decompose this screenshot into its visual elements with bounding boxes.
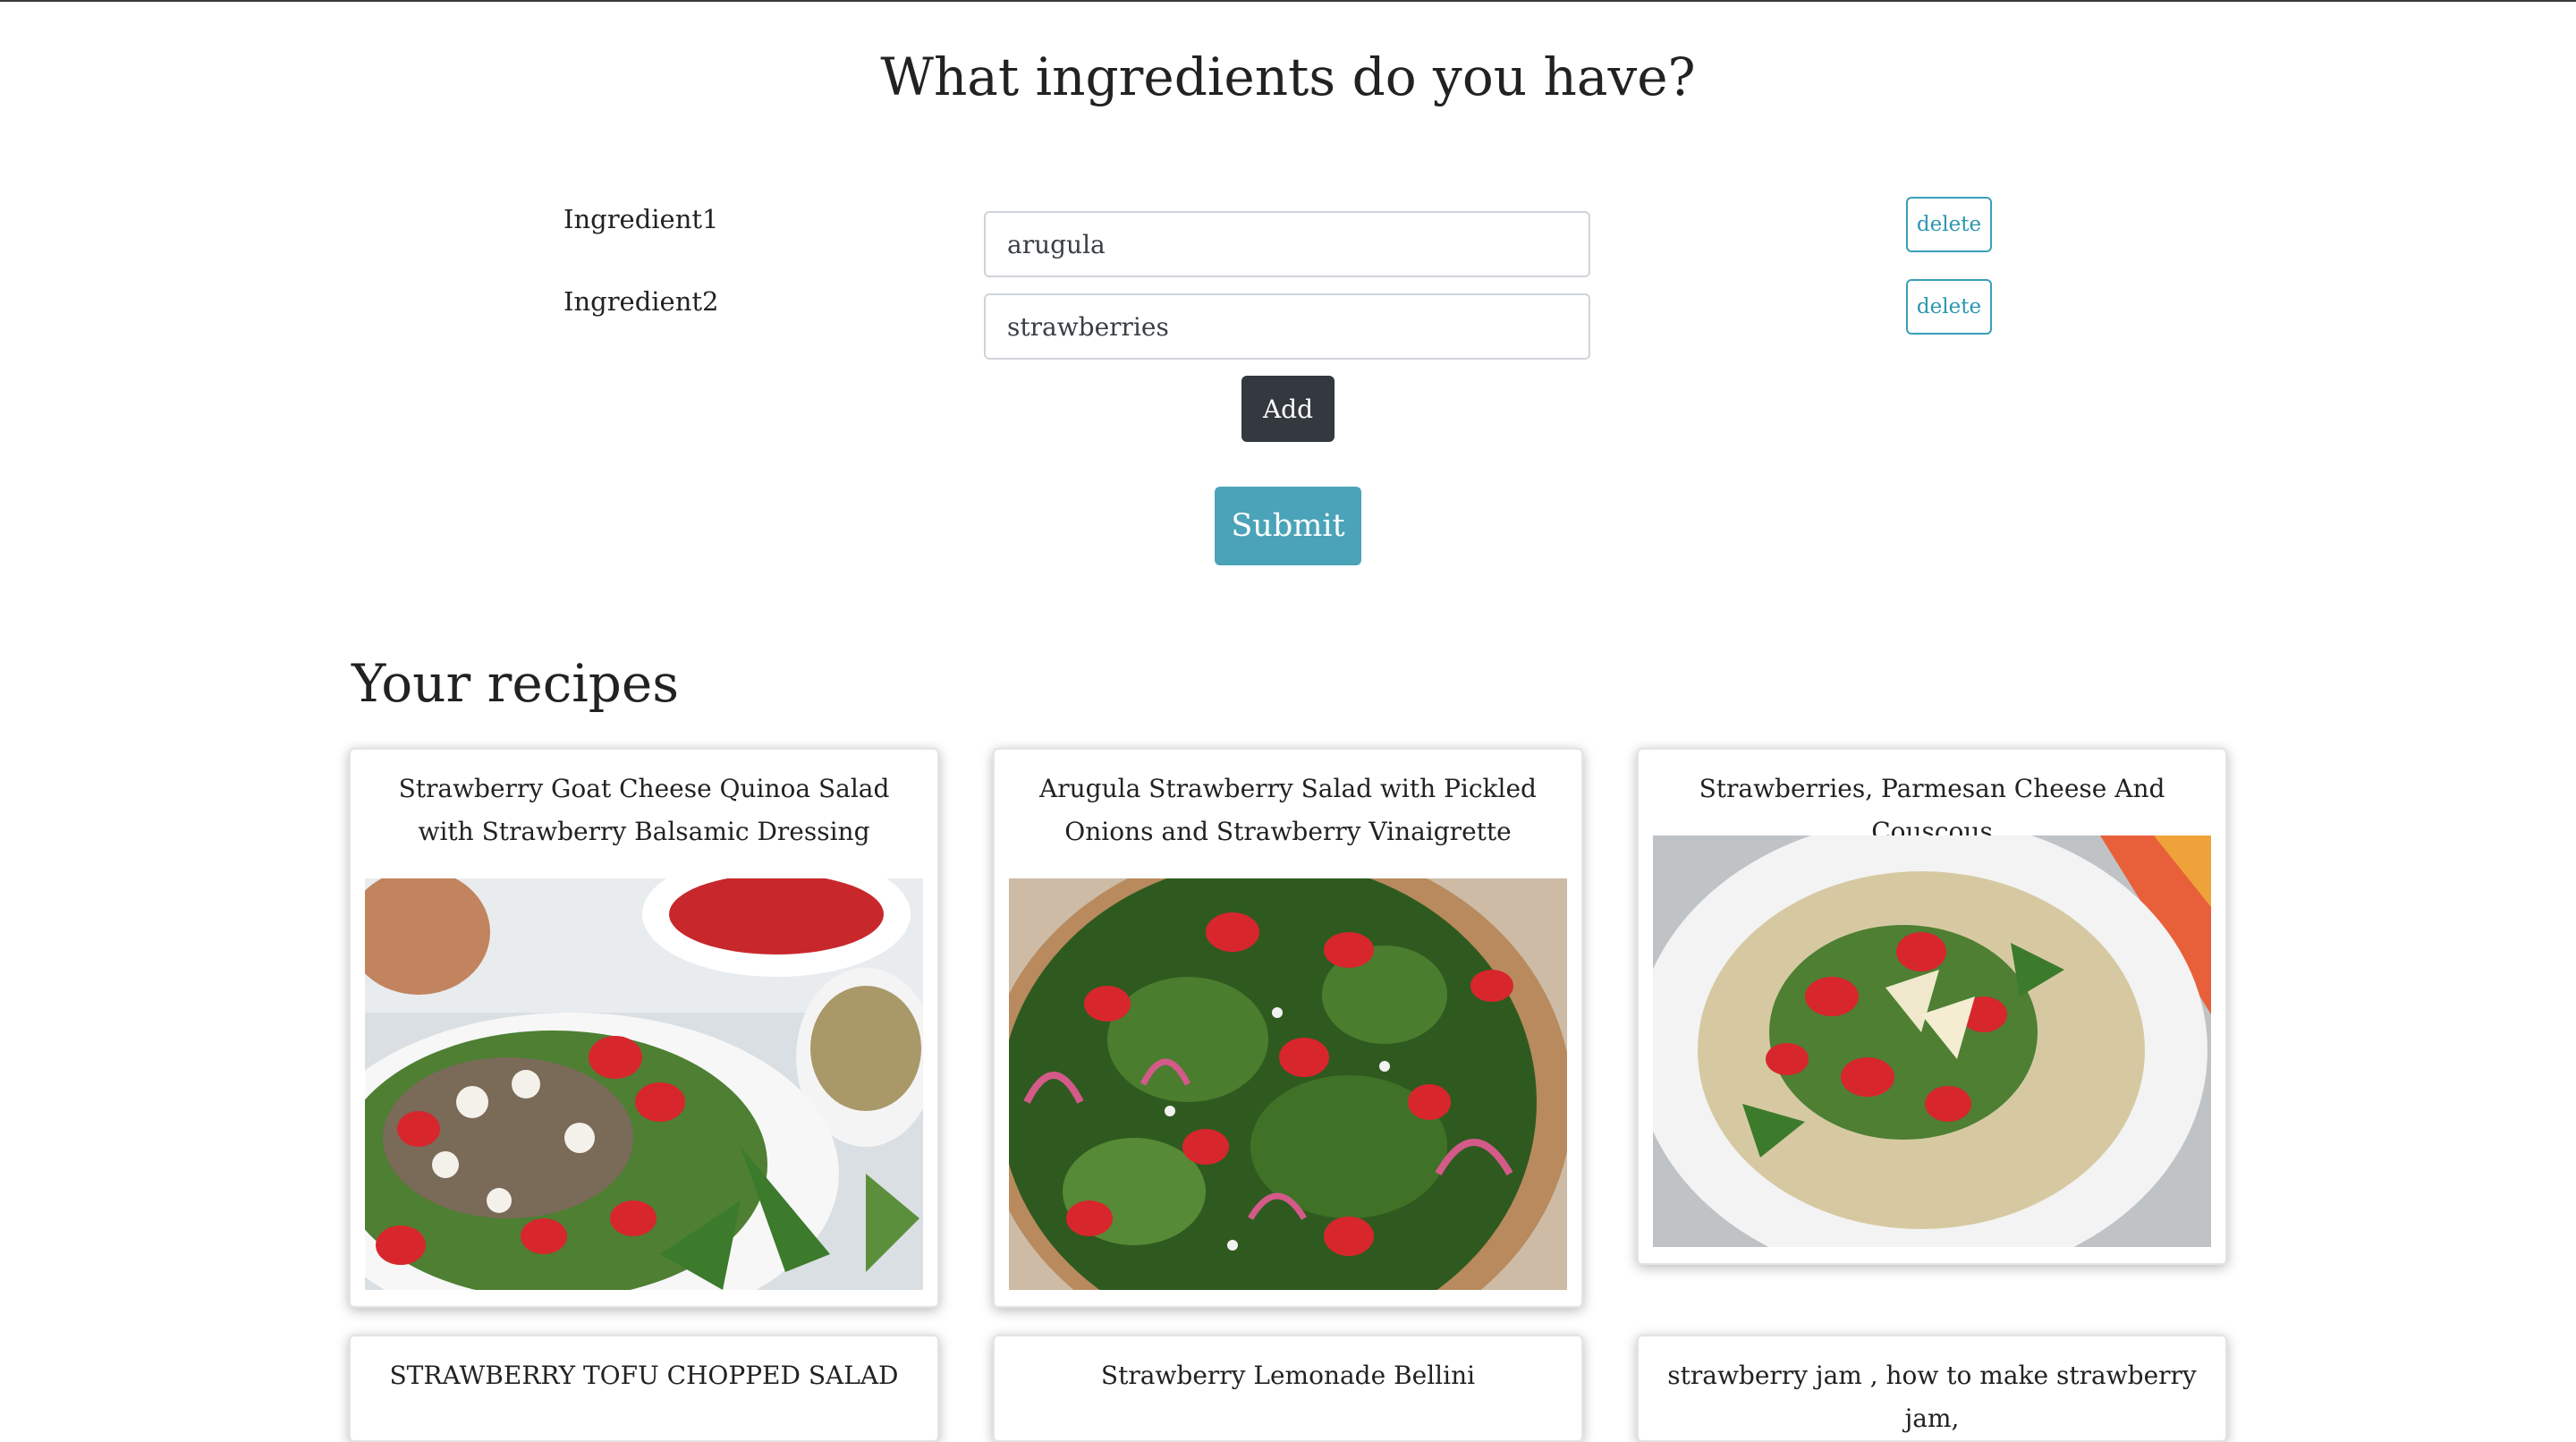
recipe-image: [365, 878, 923, 1290]
recipe-image-graphic: [1009, 878, 1567, 1290]
recipe-card[interactable]: strawberry jam , how to make strawberry …: [1637, 1335, 2227, 1442]
recipe-card[interactable]: Strawberry Goat Cheese Quinoa Salad with…: [349, 748, 939, 1308]
recipe-card-title: Strawberry Goat Cheese Quinoa Salad with…: [398, 774, 890, 846]
recipe-image: [1009, 878, 1567, 1290]
add-ingredient-button[interactable]: Add: [1241, 376, 1335, 442]
recipe-card[interactable]: STRAWBERRY TOFU CHOPPED SALAD: [349, 1335, 939, 1442]
ingredient-2-input[interactable]: [984, 293, 1590, 360]
recipe-image: [1653, 836, 2211, 1247]
page-title: What ingredients do you have?: [880, 47, 1696, 107]
recipe-card[interactable]: Strawberries, Parmesan Cheese And Cousco…: [1637, 748, 2227, 1265]
recipes-section-title: Your recipes: [352, 653, 679, 714]
recipe-card[interactable]: Strawberry Lemonade Bellini: [993, 1335, 1583, 1442]
recipe-card-title: STRAWBERRY TOFU CHOPPED SALAD: [389, 1361, 899, 1390]
recipe-card-title: strawberry jam , how to make strawberry …: [1667, 1361, 2197, 1433]
top-border: [0, 0, 2576, 2]
submit-button[interactable]: Submit: [1215, 487, 1361, 565]
ingredient-1-label: Ingredient1: [564, 204, 719, 234]
delete-ingredient-1-button[interactable]: delete: [1906, 197, 1992, 252]
delete-ingredient-2-button[interactable]: delete: [1906, 279, 1992, 335]
ingredient-2-label: Ingredient2: [564, 286, 719, 317]
recipe-image-graphic: [1653, 836, 2211, 1247]
recipe-card-title: Strawberry Lemonade Bellini: [1100, 1361, 1476, 1390]
recipe-card[interactable]: Arugula Strawberry Salad with Pickled On…: [993, 748, 1583, 1308]
recipe-image-graphic: [365, 878, 923, 1290]
recipe-card-title: Arugula Strawberry Salad with Pickled On…: [1039, 774, 1537, 846]
ingredient-1-input[interactable]: [984, 211, 1590, 277]
